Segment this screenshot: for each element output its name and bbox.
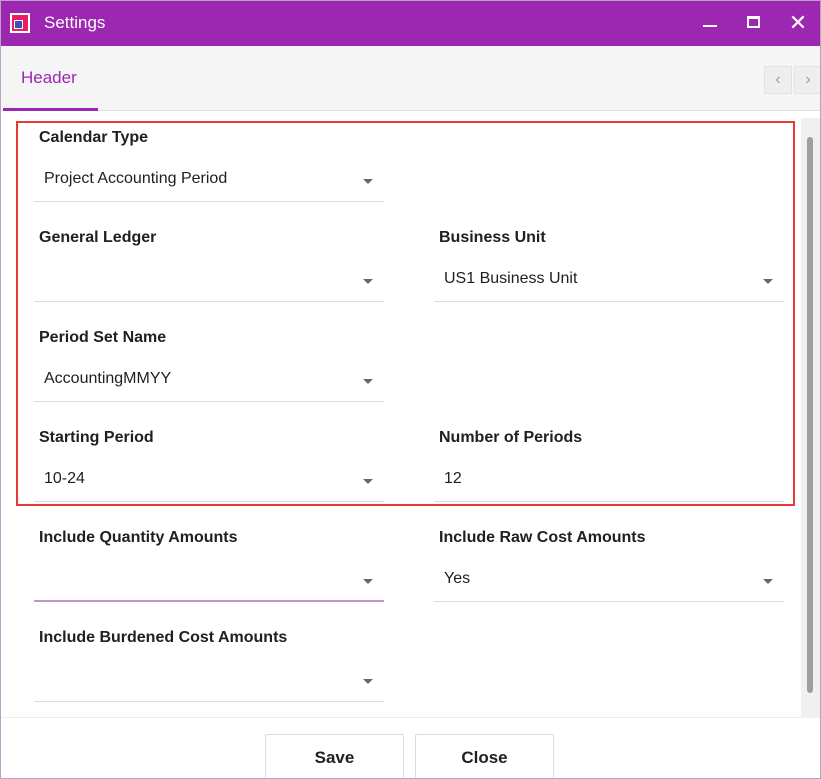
business-unit-label: Business Unit	[439, 229, 546, 246]
include-raw-cost-amounts-dropdown[interactable]: Yes	[434, 560, 784, 602]
calendar-type-value: Project Accounting Period	[44, 170, 228, 187]
number-of-periods-label: Number of Periods	[439, 429, 583, 446]
minimize-icon	[703, 25, 717, 27]
include-quantity-amounts-label: Include Quantity Amounts	[39, 529, 238, 546]
dropdown-arrow-icon	[363, 579, 373, 584]
dropdown-arrow-icon	[763, 279, 773, 284]
include-raw-cost-amounts-field: Include Raw Cost Amounts Yes	[434, 512, 784, 602]
starting-period-dropdown[interactable]: 10-24	[34, 460, 384, 502]
minimize-button[interactable]	[695, 9, 725, 37]
calendar-type-label: Calendar Type	[39, 129, 149, 146]
business-unit-value: US1 Business Unit	[444, 270, 578, 287]
dropdown-arrow-icon	[363, 379, 373, 384]
dropdown-arrow-icon	[363, 179, 373, 184]
close-icon: ✕	[788, 10, 808, 35]
include-quantity-amounts-field: Include Quantity Amounts	[34, 512, 384, 602]
dropdown-arrow-icon	[363, 679, 373, 684]
dropdown-arrow-icon	[363, 479, 373, 484]
include-raw-cost-amounts-value: Yes	[444, 570, 471, 587]
business-unit-field: Business Unit US1 Business Unit	[434, 212, 784, 302]
starting-period-field: Starting Period 10-24	[34, 412, 384, 502]
general-ledger-field: General Ledger	[34, 212, 384, 302]
tab-scroll-right-button[interactable]: ›	[794, 66, 820, 94]
dialog-footer: Save Close	[1, 717, 820, 778]
period-set-name-label: Period Set Name	[39, 329, 167, 346]
calendar-type-field: Calendar Type Project Accounting Period	[34, 112, 384, 202]
maximize-icon	[747, 16, 760, 28]
starting-period-label: Starting Period	[39, 429, 154, 446]
dropdown-arrow-icon	[763, 579, 773, 584]
title-bar: Settings ✕	[1, 1, 820, 46]
period-set-name-field: Period Set Name AccountingMMYY	[34, 312, 384, 402]
close-window-button[interactable]: ✕	[783, 9, 813, 37]
include-burdened-cost-amounts-label: Include Burdened Cost Amounts	[39, 629, 288, 646]
period-set-name-value: AccountingMMYY	[44, 370, 172, 387]
chevron-right-icon: ›	[805, 71, 811, 88]
include-quantity-amounts-dropdown[interactable]	[34, 560, 384, 602]
general-ledger-label: General Ledger	[39, 229, 157, 246]
tab-header-label: Header	[21, 68, 77, 87]
tab-header[interactable]: Header	[3, 46, 98, 111]
save-button[interactable]: Save	[265, 734, 404, 778]
include-burdened-cost-amounts-dropdown[interactable]	[34, 660, 384, 702]
number-of-periods-input[interactable]: 12	[434, 460, 784, 502]
business-unit-dropdown[interactable]: US1 Business Unit	[434, 260, 784, 302]
tab-bar: Header ‹ ›	[1, 46, 820, 111]
starting-period-value: 10-24	[44, 470, 85, 487]
window-title: Settings	[44, 13, 106, 32]
settings-form: Calendar Type Project Accounting Period …	[1, 112, 801, 717]
settings-window: Settings ✕ Header ‹ › Calendar Type Proj…	[0, 0, 821, 779]
chevron-left-icon: ‹	[775, 71, 781, 88]
calendar-type-dropdown[interactable]: Project Accounting Period	[34, 160, 384, 202]
period-set-name-dropdown[interactable]: AccountingMMYY	[34, 360, 384, 402]
dropdown-arrow-icon	[363, 279, 373, 284]
maximize-button[interactable]	[739, 9, 769, 37]
number-of-periods-value: 12	[444, 470, 462, 487]
include-raw-cost-amounts-label: Include Raw Cost Amounts	[439, 529, 646, 546]
number-of-periods-field: Number of Periods 12	[434, 412, 784, 502]
active-tab-indicator	[3, 108, 98, 111]
close-button[interactable]: Close	[415, 734, 554, 778]
general-ledger-dropdown[interactable]	[34, 260, 384, 302]
tab-scroll-left-button[interactable]: ‹	[764, 66, 792, 94]
include-burdened-cost-amounts-field: Include Burdened Cost Amounts	[34, 612, 384, 702]
app-icon	[10, 13, 30, 33]
scrollbar-thumb[interactable]	[807, 137, 813, 693]
